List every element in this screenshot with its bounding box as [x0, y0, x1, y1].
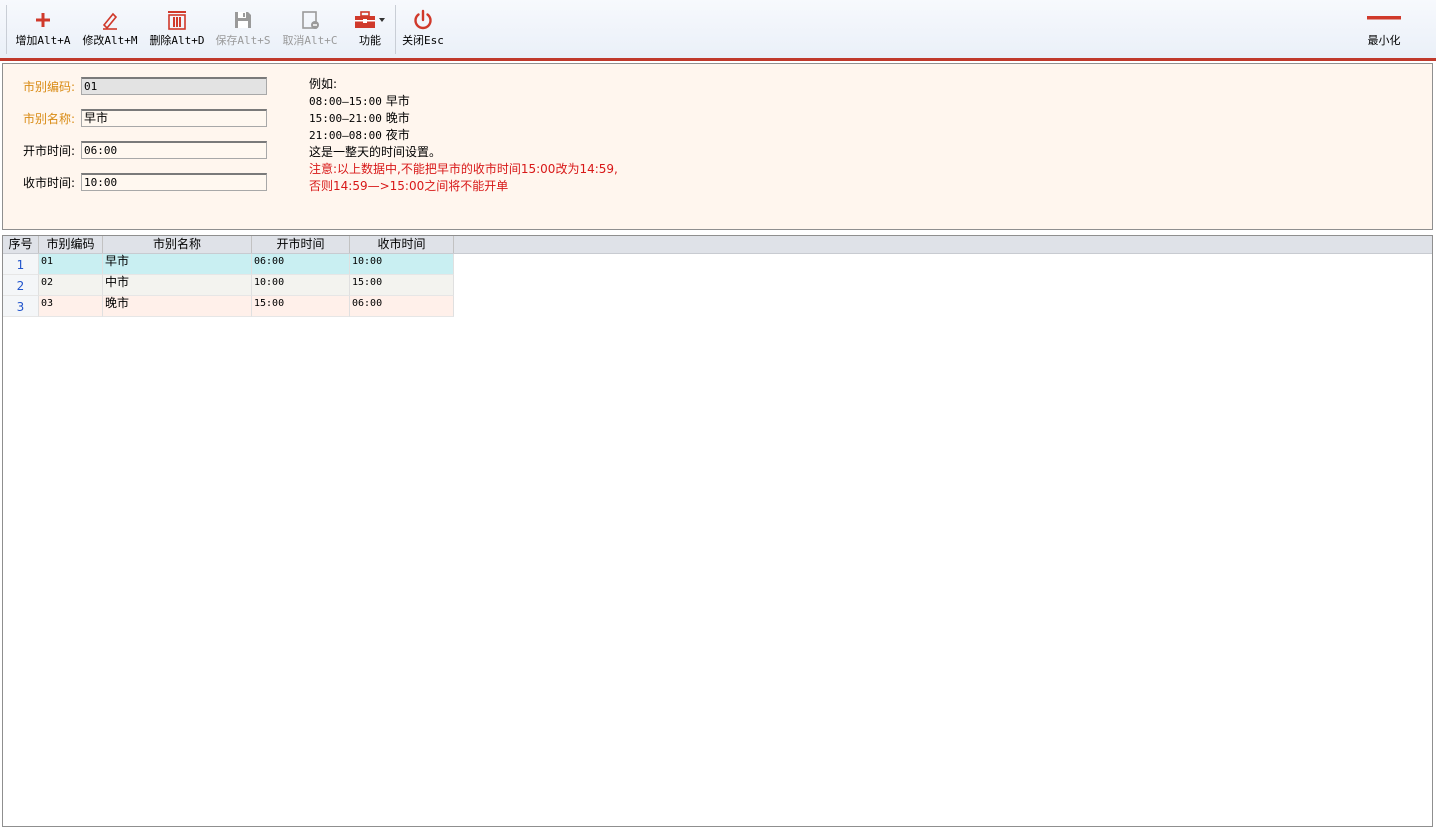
- cell-name[interactable]: 中市: [103, 275, 252, 296]
- grid-header: 序号 市别编码 市别名称 开市时间 收市时间: [3, 236, 1432, 254]
- open-time-row: 开市时间: 06:00: [23, 140, 267, 160]
- row-number: 1: [3, 254, 39, 275]
- minimize-button[interactable]: 最小化: [1358, 6, 1410, 54]
- notes-warning: 注意:以上数据中,不能把早市的收市时间15:00改为14:59,: [309, 162, 618, 176]
- notes-summary: 这是一整天的时间设置。: [309, 145, 442, 159]
- pencil-icon: [102, 12, 118, 30]
- function-menu-label: 功能: [359, 34, 381, 47]
- name-row: 市别名称: 早市: [23, 108, 267, 128]
- cell-open[interactable]: 10:00: [252, 275, 350, 296]
- column-header-no[interactable]: 序号: [3, 236, 39, 253]
- cancel-button[interactable]: 取消Alt+C: [280, 6, 340, 54]
- code-field[interactable]: 01: [81, 77, 267, 95]
- cell-close[interactable]: 10:00: [350, 254, 454, 275]
- chevron-down-icon: [379, 18, 385, 22]
- cell-open[interactable]: 15:00: [252, 296, 350, 317]
- column-header-open[interactable]: 开市时间: [252, 236, 350, 253]
- cell-open[interactable]: 06:00: [252, 254, 350, 275]
- notes-heading: 例如:: [309, 77, 338, 91]
- example-line: 08:00—15:00 早市: [309, 94, 410, 108]
- column-header-name[interactable]: 市别名称: [103, 236, 252, 253]
- close-time-label: 收市时间:: [23, 175, 76, 190]
- edit-form-panel: 市别编码: 01 市别名称: 早市 开市时间: 06:00 收市时间: 10:0…: [2, 63, 1433, 230]
- cell-code[interactable]: 03: [39, 296, 103, 317]
- minimize-button-label: 最小化: [1367, 34, 1401, 47]
- name-field[interactable]: 早市: [81, 109, 267, 127]
- delete-button-label: 删除Alt+D: [149, 34, 205, 47]
- close-time-row: 收市时间: 10:00: [23, 172, 267, 192]
- trash-icon: [168, 11, 186, 30]
- delete-button[interactable]: 删除Alt+D: [146, 6, 208, 54]
- power-icon: [414, 9, 432, 30]
- notes-block: 例如: 08:00—15:00 早市 15:00—21:00 晚市 21:00—…: [309, 76, 618, 195]
- close-button[interactable]: 关闭Esc: [398, 6, 448, 54]
- cancel-document-icon: [302, 11, 319, 29]
- toolbar-grip: [6, 5, 7, 54]
- code-label: 市别编码:: [23, 79, 76, 94]
- example-line: 21:00—08:00 夜市: [309, 128, 410, 142]
- column-header-code[interactable]: 市别编码: [39, 236, 103, 253]
- toolbar: 增加Alt+A 修改Alt+M 删除Alt+D 保存Alt+S 取消Alt+C …: [0, 0, 1436, 61]
- save-button-label: 保存Alt+S: [215, 34, 271, 47]
- plus-icon: [36, 13, 50, 27]
- cell-code[interactable]: 01: [39, 254, 103, 275]
- open-time-label: 开市时间:: [23, 143, 76, 158]
- toolbox-icon: [355, 11, 375, 28]
- column-header-close[interactable]: 收市时间: [350, 236, 454, 253]
- open-time-field[interactable]: 06:00: [81, 141, 267, 159]
- save-button[interactable]: 保存Alt+S: [212, 6, 274, 54]
- cell-code[interactable]: 02: [39, 275, 103, 296]
- close-button-label: 关闭Esc: [402, 34, 444, 47]
- add-button-label: 增加Alt+A: [15, 34, 71, 47]
- cell-name[interactable]: 早市: [103, 254, 252, 275]
- cancel-button-label: 取消Alt+C: [282, 34, 338, 47]
- add-button[interactable]: 增加Alt+A: [12, 6, 74, 54]
- code-row: 市别编码: 01: [23, 76, 267, 96]
- toolbar-separator: [395, 5, 396, 54]
- cell-name[interactable]: 晚市: [103, 296, 252, 317]
- function-menu-button[interactable]: 功能: [347, 6, 393, 54]
- example-line: 15:00—21:00 晚市: [309, 111, 410, 125]
- notes-warning: 否则14:59—>15:00之间将不能开单: [309, 179, 509, 193]
- close-time-field[interactable]: 10:00: [81, 173, 267, 191]
- edit-button[interactable]: 修改Alt+M: [78, 6, 142, 54]
- cell-close[interactable]: 06:00: [350, 296, 454, 317]
- cell-close[interactable]: 15:00: [350, 275, 454, 296]
- edit-button-label: 修改Alt+M: [82, 34, 138, 47]
- minimize-icon: [1367, 16, 1401, 20]
- row-number: 2: [3, 275, 39, 296]
- name-label: 市别名称:: [23, 111, 76, 126]
- floppy-disk-icon: [235, 12, 251, 28]
- market-grid: 序号 市别编码 市别名称 开市时间 收市时间 1 01 早市 06:00 10:…: [2, 235, 1433, 827]
- row-number: 3: [3, 296, 39, 317]
